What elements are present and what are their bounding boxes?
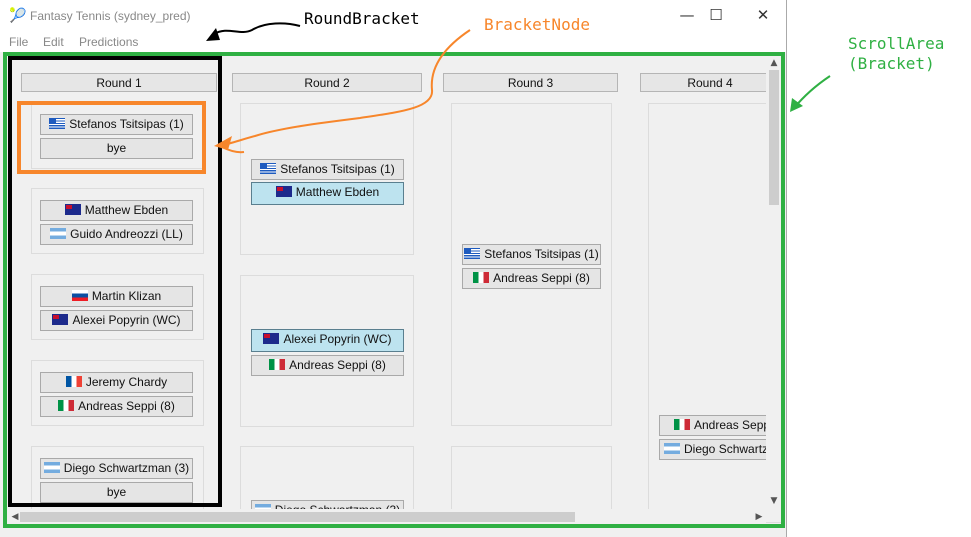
annotation-overlay bbox=[3, 22, 831, 528]
bracket-node-outline bbox=[17, 101, 206, 174]
annotation-round-bracket: RoundBracket bbox=[304, 9, 420, 28]
round-bracket-outline bbox=[8, 56, 222, 507]
scroll-area-outline bbox=[3, 52, 785, 528]
annotation-scroll-area-sub: (Bracket) bbox=[848, 54, 935, 73]
black-arrowhead-icon bbox=[206, 28, 220, 41]
orange-arrow-tail bbox=[221, 146, 245, 154]
annotation-scroll-area: ScrollArea bbox=[848, 34, 945, 53]
orange-arrow-line bbox=[221, 29, 471, 146]
annotation-bracket-node: BracketNode bbox=[484, 15, 590, 34]
green-arrow-line bbox=[793, 75, 831, 109]
black-arrow-line bbox=[213, 22, 301, 35]
